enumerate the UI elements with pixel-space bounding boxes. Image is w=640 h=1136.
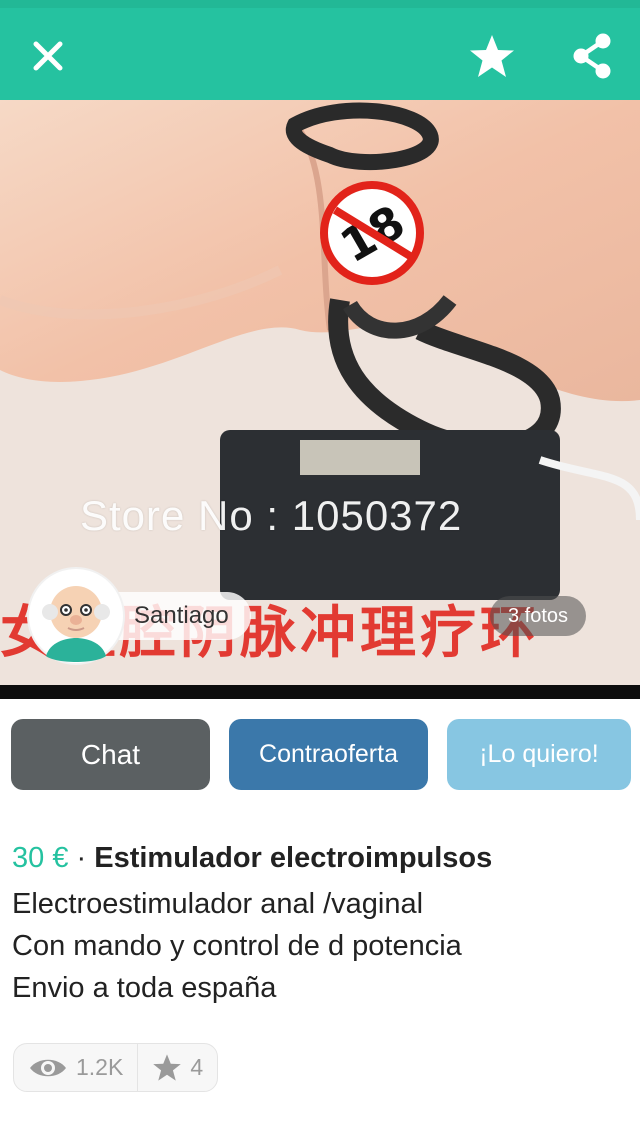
close-button[interactable] bbox=[18, 26, 78, 86]
close-icon bbox=[33, 41, 63, 71]
favorites-count: 4 bbox=[190, 1054, 204, 1080]
product-title: Estimulador electroimpulsos bbox=[94, 842, 493, 874]
star-icon bbox=[470, 35, 514, 77]
product-photo[interactable]: 18 Store No : 1050372 女盆腔阴脉冲理疗环 Santiago… bbox=[0, 100, 640, 685]
favorite-button[interactable] bbox=[462, 26, 522, 86]
share-icon bbox=[573, 33, 611, 79]
description-line: Electroestimulador anal /vaginal bbox=[12, 888, 424, 920]
star-icon bbox=[153, 1054, 182, 1081]
store-watermark: Store No : 1050372 bbox=[80, 492, 463, 539]
status-bar bbox=[0, 0, 640, 8]
seller-avatar[interactable] bbox=[26, 566, 126, 666]
listing-title-line: 30 € · Estimulador electroimpulsos bbox=[12, 842, 632, 875]
old-man-avatar-icon bbox=[27, 567, 125, 665]
photo-bottom-border bbox=[0, 685, 640, 699]
eye-icon bbox=[30, 1059, 66, 1076]
title-separator: · bbox=[68, 842, 95, 874]
top-app-bar bbox=[0, 0, 640, 100]
share-button[interactable] bbox=[562, 26, 622, 86]
views-count: 1.2K bbox=[76, 1054, 124, 1080]
chat-button[interactable]: Chat bbox=[11, 719, 210, 790]
photo-count-badge[interactable]: 3 fotos bbox=[490, 596, 587, 636]
price: 30 € bbox=[12, 842, 69, 874]
description-line: Con mando y control de d potencia bbox=[12, 930, 462, 962]
favorites-stat: 4 bbox=[137, 1044, 217, 1091]
views-stat: 1.2K bbox=[14, 1044, 137, 1091]
counter-offer-button[interactable]: Contraoferta bbox=[229, 719, 428, 790]
listing-stats: 1.2K 4 bbox=[13, 1043, 219, 1092]
buy-button[interactable]: ¡Lo quiero! bbox=[447, 719, 631, 790]
description-line: Envio a toda españa bbox=[12, 972, 277, 1004]
